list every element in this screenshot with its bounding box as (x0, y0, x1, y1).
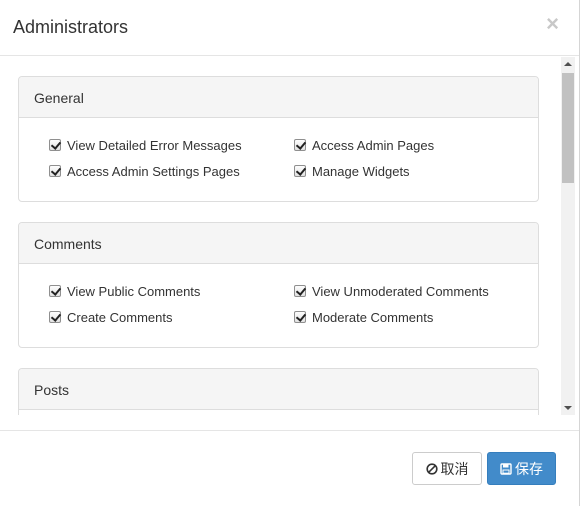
permission-label: Access Admin Pages (312, 137, 435, 153)
permission-checkbox[interactable] (49, 165, 61, 177)
body-scrollbar[interactable] (561, 57, 575, 415)
permission-access-admin-pages[interactable]: Access Admin Pages (294, 136, 434, 154)
permission-moderate-comments[interactable]: Moderate Comments (294, 308, 433, 326)
scroll-up-arrow-icon[interactable] (561, 57, 575, 71)
floppy-disk-icon (500, 462, 512, 475)
section-general: General View Detailed Error Messages Acc… (18, 76, 539, 202)
permission-label: Access Admin Settings Pages (67, 163, 240, 179)
dialog-title: Administrators (13, 17, 129, 37)
section-body (19, 410, 538, 415)
permission-create-comments[interactable]: Create Comments (49, 308, 172, 326)
section-heading: Posts (19, 369, 538, 410)
permission-checkbox[interactable] (49, 139, 61, 151)
cancel-button[interactable]: 取消 (412, 452, 482, 485)
permission-label: Manage Widgets (312, 163, 410, 179)
cancel-label: 取消 (440, 460, 469, 477)
permission-label: View Unmoderated Comments (312, 283, 489, 299)
section-posts: Posts (18, 368, 539, 415)
permission-view-public-comments[interactable]: View Public Comments (49, 282, 200, 300)
permission-checkbox[interactable] (294, 311, 306, 323)
permission-label: Moderate Comments (312, 309, 434, 325)
scroll-thumb[interactable] (562, 73, 574, 183)
save-button[interactable]: 保存 (487, 452, 556, 485)
permission-label: View Detailed Error Messages (67, 137, 242, 153)
permission-view-detailed-error-messages[interactable]: View Detailed Error Messages (49, 136, 242, 154)
administrators-dialog: Administrators × General View Detailed E… (0, 0, 580, 506)
scroll-down-arrow-icon[interactable] (561, 401, 575, 415)
save-label: 保存 (515, 460, 543, 477)
permission-checkbox[interactable] (294, 139, 306, 151)
section-heading: Comments (19, 223, 538, 264)
permission-view-unmoderated-comments[interactable]: View Unmoderated Comments (294, 282, 489, 300)
close-button[interactable]: × (546, 12, 559, 36)
permission-access-admin-settings-pages[interactable]: Access Admin Settings Pages (49, 162, 240, 180)
dialog-footer: 取消 保存 (0, 430, 579, 506)
section-body: View Public Comments View Unmoderated Co… (19, 264, 538, 347)
permission-sections: General View Detailed Error Messages Acc… (18, 76, 539, 415)
section-heading: General (19, 77, 538, 118)
permission-checkbox[interactable] (49, 311, 61, 323)
section-body: View Detailed Error Messages Access Admi… (19, 118, 538, 201)
permission-label: Create Comments (67, 309, 173, 325)
permission-checkbox[interactable] (49, 285, 61, 297)
dialog-header: Administrators × (0, 0, 579, 56)
dialog-body[interactable]: General View Detailed Error Messages Acc… (0, 57, 579, 415)
permission-checkbox[interactable] (294, 165, 306, 177)
ban-icon (425, 462, 438, 475)
section-comments: Comments View Public Comments View Unmod… (18, 222, 539, 348)
permission-label: View Public Comments (67, 283, 201, 299)
permission-manage-widgets[interactable]: Manage Widgets (294, 162, 410, 180)
permission-checkbox[interactable] (294, 285, 306, 297)
